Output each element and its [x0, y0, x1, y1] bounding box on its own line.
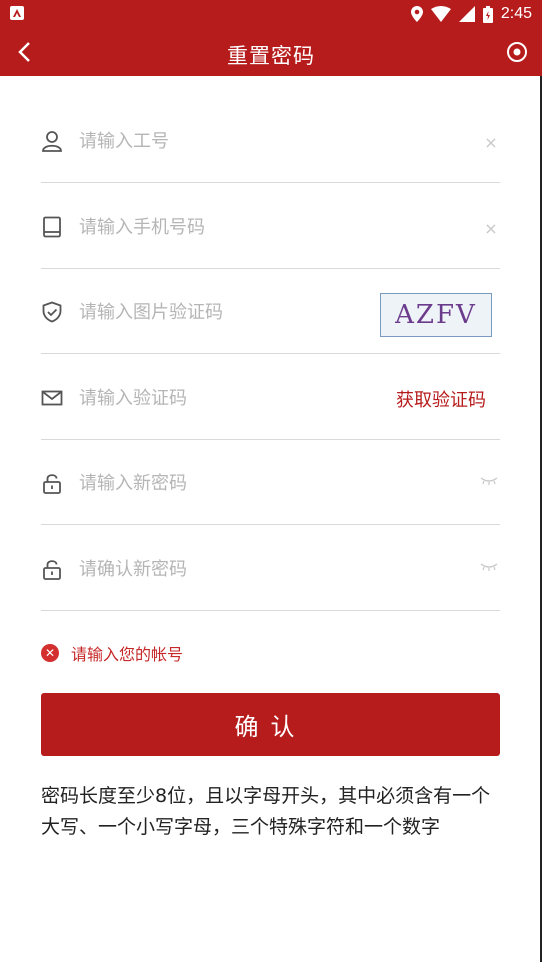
image-captcha-row: AZFV: [41, 268, 500, 354]
clear-employee-id-button[interactable]: ×: [482, 133, 500, 152]
password-rules-hint: 密码长度至少8位，且以字母开头，其中必须含有一个大写、一个小写字母，三个特殊字符…: [41, 785, 491, 838]
app-bar: 重置密码: [0, 28, 542, 76]
captcha-image[interactable]: AZFV: [380, 293, 492, 337]
image-captcha-input[interactable]: [79, 298, 359, 326]
location-icon: [410, 6, 423, 22]
battery-icon: [482, 5, 493, 23]
error-icon: ✕: [41, 644, 59, 662]
eye-closed-icon[interactable]: [480, 475, 498, 487]
eye-closed-icon[interactable]: [480, 561, 498, 573]
lock-icon: [43, 474, 61, 494]
new-password-input[interactable]: [79, 469, 359, 497]
notification-icon: [10, 6, 24, 20]
error-message: ✕ 请输入您的帐号: [41, 641, 183, 665]
status-bar: 2:45: [0, 0, 542, 28]
lock-icon: [43, 560, 61, 580]
status-icons: 2:45: [410, 4, 532, 24]
mail-icon: [41, 390, 63, 406]
get-code-button[interactable]: 获取验证码: [396, 386, 486, 412]
employee-id-row: ×: [41, 97, 500, 183]
confirm-password-row: [41, 525, 500, 611]
tablet-icon: [43, 216, 61, 238]
wifi-icon: [430, 6, 451, 22]
new-password-row: [41, 439, 500, 525]
confirm-button[interactable]: 确认: [41, 693, 500, 756]
clock: 2:45: [500, 5, 532, 22]
sms-code-row: 获取验证码: [41, 354, 500, 440]
page-title: 重置密码: [227, 44, 315, 68]
user-icon: [42, 131, 62, 152]
phone-row: ×: [41, 183, 500, 269]
confirm-password-input[interactable]: [79, 555, 359, 583]
shield-check-icon: [42, 301, 62, 323]
target-button[interactable]: [506, 41, 528, 63]
phone-input[interactable]: [79, 213, 359, 241]
signal-icon: [458, 6, 475, 22]
sms-code-input[interactable]: [79, 384, 359, 412]
error-text: 请输入您的帐号: [71, 645, 184, 664]
clear-phone-button[interactable]: ×: [482, 219, 500, 238]
employee-id-input[interactable]: [79, 127, 359, 155]
target-icon: [507, 42, 527, 62]
